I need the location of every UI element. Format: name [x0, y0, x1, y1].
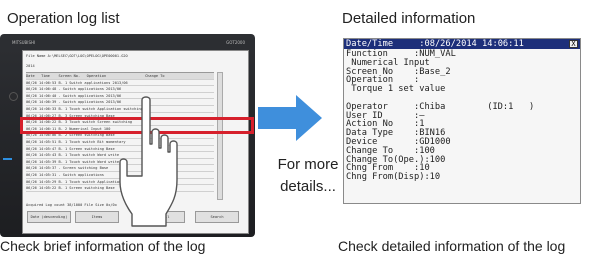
- close-icon[interactable]: X: [569, 40, 578, 48]
- sort-date-button[interactable]: Date (descending): [27, 211, 71, 223]
- col-screen-no: Screen No.: [58, 74, 81, 78]
- right-bottom-caption: Check detailed information of the log: [338, 238, 566, 254]
- detail-line: Chng From(Disp):10: [346, 172, 441, 183]
- log-table-header: Date Time Screen No. Operation Change To: [26, 73, 214, 80]
- detail-titlebar: Date/Time :08/26/2014 14:06:11 X: [344, 39, 580, 49]
- detail-window: Date/Time :08/26/2014 14:06:11 X Functio…: [343, 38, 581, 204]
- device-brand: MITSUBISHI: [12, 40, 36, 45]
- left-title: Operation log list: [7, 10, 120, 27]
- more-details-line2: details...: [280, 178, 336, 195]
- detail-line: Torque 1 set value: [346, 84, 446, 95]
- left-bottom-caption: Check brief information of the log: [0, 238, 206, 254]
- right-title: Detailed information: [342, 10, 476, 27]
- log-scrollbar[interactable]: [217, 72, 223, 200]
- col-time: Time: [41, 74, 50, 78]
- log-date: 2014: [26, 64, 35, 68]
- col-change-to: Change To: [145, 74, 165, 78]
- col-date: Date: [26, 74, 35, 78]
- detail-body: Function :NUM_VAL Numerical Input Screen…: [346, 50, 534, 182]
- log-status: Acquired Log count 38/1000 File Size 0x/…: [26, 203, 117, 207]
- power-button[interactable]: [9, 92, 18, 101]
- more-details-line1: For more: [277, 156, 339, 173]
- detail-date-label: Date/Time: [346, 39, 394, 49]
- more-details-text: For more details...: [274, 154, 342, 198]
- log-row[interactable]: 06/26 14:06:48 - Switch applications 201…: [26, 86, 214, 93]
- col-operation: Operation: [86, 74, 107, 78]
- items-button[interactable]: Items: [75, 211, 119, 223]
- detail-date-value: :08/26/2014 14:06:11: [419, 39, 524, 49]
- search-button[interactable]: Search: [195, 211, 239, 223]
- right-arrow-icon: [258, 95, 322, 141]
- pointing-hand-icon: [119, 96, 178, 227]
- device-model: GOT2000: [226, 40, 245, 45]
- log-row[interactable]: 06/26 14:06:53 B- 1 Switch applications …: [26, 80, 214, 87]
- status-led: [3, 158, 12, 160]
- log-file-name: File Name A:\MELSEC\GOT\LOG\OPELOG\OPE00…: [26, 54, 128, 58]
